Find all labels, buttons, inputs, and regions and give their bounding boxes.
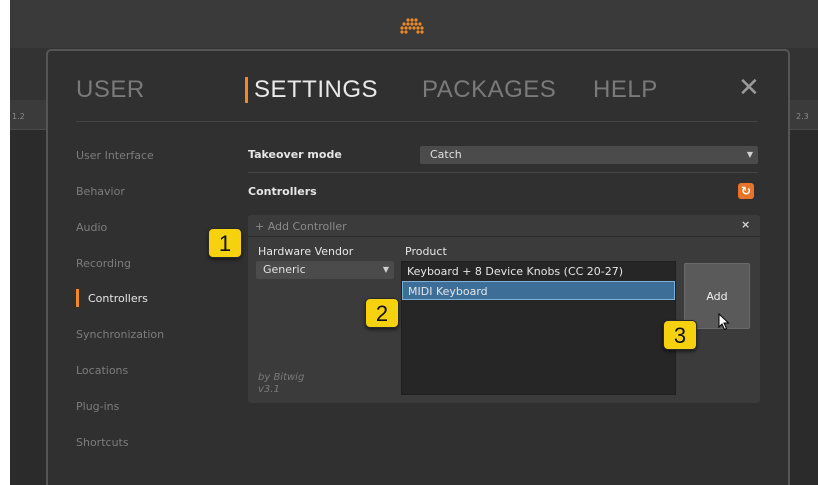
- hardware-vendor-select[interactable]: Generic ▼: [256, 261, 394, 279]
- tab-packages[interactable]: PACKAGES: [422, 76, 556, 104]
- add-button[interactable]: Add: [684, 263, 750, 329]
- add-controller-panel: + Add Controller × Hardware Vendor Gener…: [248, 215, 760, 403]
- refresh-icon[interactable]: ↻: [738, 183, 754, 199]
- tab-user[interactable]: USER: [76, 76, 145, 104]
- active-tab-indicator: [245, 77, 248, 103]
- add-controller-button[interactable]: + Add Controller: [255, 220, 347, 233]
- top-bar: [10, 0, 818, 48]
- callout-3: 3: [663, 320, 697, 350]
- settings-dialog: USER SETTINGS PACKAGES HELP ✕ User Inter…: [46, 49, 790, 485]
- hardware-vendor-value: Generic: [263, 263, 306, 276]
- sidebar-item-controllers[interactable]: Controllers: [88, 292, 148, 305]
- tab-settings[interactable]: SETTINGS: [254, 76, 378, 104]
- chevron-down-icon: ▼: [746, 150, 753, 159]
- sidebar-item-behavior[interactable]: Behavior: [76, 185, 125, 198]
- mouse-pointer-icon: [718, 313, 730, 331]
- tab-help[interactable]: HELP: [593, 76, 658, 104]
- list-item-selected[interactable]: MIDI Keyboard: [402, 281, 675, 300]
- header-divider: [76, 121, 758, 122]
- by-line: by Bitwig: [258, 372, 305, 383]
- product-label: Product: [405, 245, 447, 258]
- vendor-credit: by Bitwig v3.1: [258, 372, 304, 396]
- sidebar-item-user-interface[interactable]: User Interface: [76, 149, 154, 162]
- close-dialog-button[interactable]: ✕: [738, 73, 760, 103]
- bitwig-logo-icon: [400, 18, 424, 34]
- hardware-vendor-label: Hardware Vendor: [258, 245, 354, 258]
- add-controller-header: + Add Controller ×: [248, 215, 760, 237]
- takeover-mode-label: Takeover mode: [248, 148, 342, 161]
- callout-1: 1: [208, 228, 242, 258]
- sidebar-item-plug-ins[interactable]: Plug-ins: [76, 400, 119, 413]
- product-list: Keyboard + 8 Device Knobs (CC 20-27) MID…: [401, 261, 676, 395]
- sidebar-item-shortcuts[interactable]: Shortcuts: [76, 436, 129, 449]
- sidebar-item-synchronization[interactable]: Synchronization: [76, 328, 164, 341]
- ruler-number-right: 2.3: [796, 112, 809, 121]
- row-divider: [248, 172, 758, 173]
- version-text: v3.1: [258, 384, 280, 395]
- chevron-down-icon: ▼: [382, 265, 389, 274]
- ruler-number-left: 1.2: [12, 112, 25, 121]
- takeover-mode-value: Catch: [430, 148, 462, 161]
- sidebar-item-audio[interactable]: Audio: [76, 221, 107, 234]
- controllers-label: Controllers: [248, 185, 317, 198]
- app-window: 1.2 2.3 USER SETTINGS PACKAGES HELP ✕ Us…: [10, 0, 818, 485]
- list-item[interactable]: Keyboard + 8 Device Knobs (CC 20-27): [402, 262, 675, 281]
- sidebar-item-recording[interactable]: Recording: [76, 257, 131, 270]
- sidebar-item-locations[interactable]: Locations: [76, 364, 128, 377]
- callout-2: 2: [365, 298, 399, 328]
- close-panel-button[interactable]: ×: [741, 218, 750, 231]
- takeover-mode-select[interactable]: Catch ▼: [420, 146, 758, 164]
- active-sidebar-indicator: [76, 289, 79, 307]
